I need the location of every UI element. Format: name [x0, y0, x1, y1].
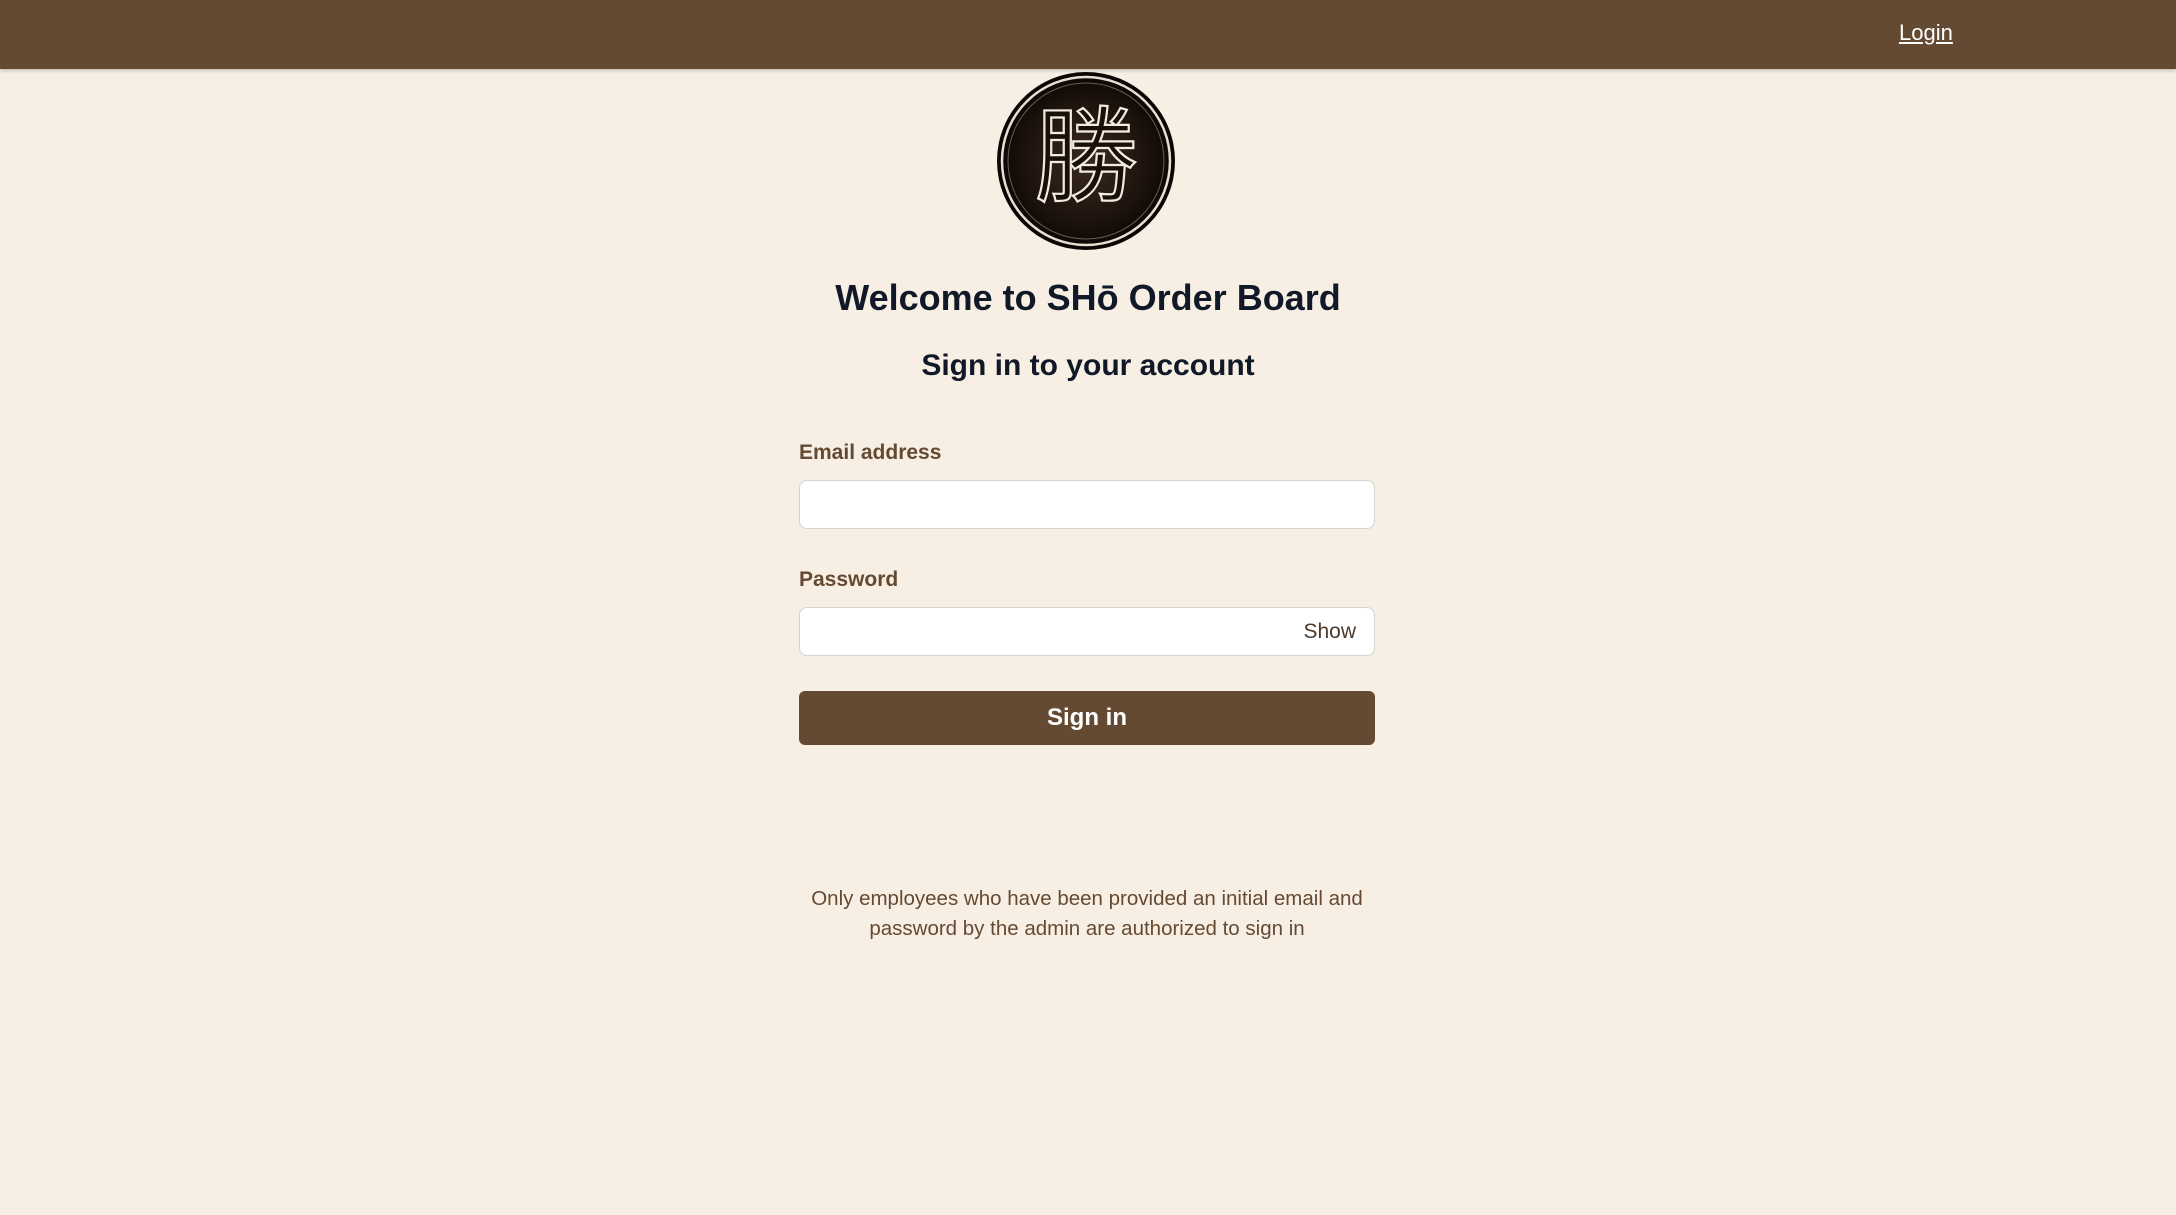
password-field[interactable]	[800, 608, 1374, 655]
login-link[interactable]: Login	[1899, 20, 1953, 46]
email-field[interactable]	[800, 481, 1374, 528]
signin-form: Email address Password Show Sign in	[799, 440, 1375, 745]
email-field-container	[799, 480, 1375, 529]
email-label: Email address	[799, 441, 942, 464]
show-password-toggle[interactable]: Show	[1303, 619, 1356, 645]
password-field-container: Show	[799, 607, 1375, 656]
password-label: Password	[799, 568, 899, 591]
top-nav-bar: Login	[0, 0, 2176, 69]
svg-text:勝: 勝	[1034, 96, 1138, 218]
welcome-title: Welcome to SHō Order Board	[835, 277, 1341, 318]
authorization-notice: Only employees who have been provided an…	[811, 887, 1363, 940]
signin-subtitle: Sign in to your account	[921, 349, 1255, 382]
sho-seal-logo-icon: 勝	[996, 71, 1176, 251]
sign-in-button[interactable]: Sign in	[799, 691, 1375, 745]
